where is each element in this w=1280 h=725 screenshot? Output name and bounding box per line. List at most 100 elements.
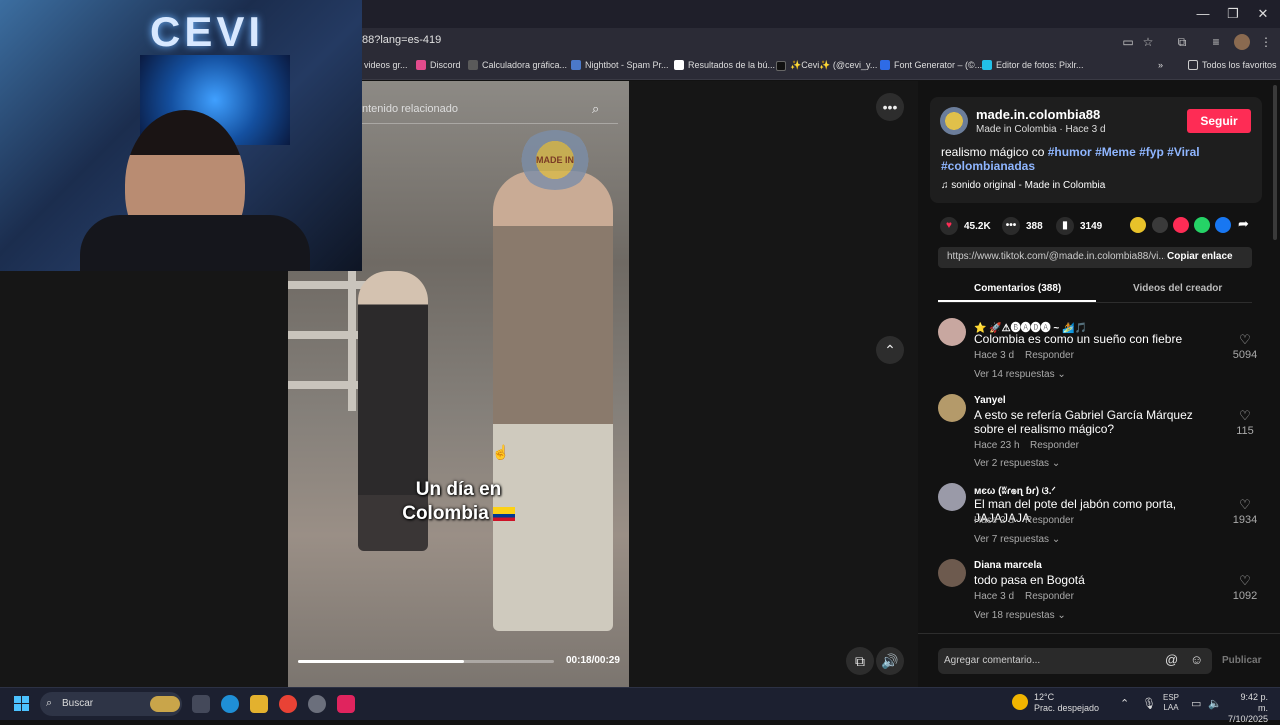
hashtag-link[interactable]: #fyp [1139,145,1164,159]
view-replies-button[interactable]: Ver 14 respuestas ⌄ [974,369,1066,380]
colombia-flag-icon [492,506,515,521]
obs-icon[interactable] [308,695,326,713]
bookmark-item[interactable]: Font Generator – (©... [880,60,982,70]
comment-icon: ••• [1002,217,1020,235]
comment-like-icon[interactable]: ♡ [1230,332,1260,348]
profile-avatar[interactable] [1234,34,1250,50]
author-avatar[interactable] [940,107,968,135]
bookmark-item[interactable]: Discord [416,60,461,70]
search-highlight-icon [150,696,180,712]
file-explorer-icon[interactable] [250,695,268,713]
more-bookmarks-icon[interactable]: » [1158,60,1163,70]
view-replies-button[interactable]: Ver 2 respuestas ⌄ [974,458,1060,469]
search-icon[interactable]: ⌕ [592,101,599,117]
share-arrow-icon[interactable]: ➦ [1238,216,1249,232]
tiktok-app-icon[interactable] [337,695,355,713]
save-button[interactable]: ▮ 3149 [1056,217,1102,235]
all-favorites[interactable]: Todos los favoritos [1188,60,1277,70]
sound-link[interactable]: ♫ sonido original - Made in Colombia [941,180,1105,191]
previous-video-button[interactable]: ⌃ [876,336,904,364]
view-replies-button[interactable]: Ver 7 respuestas ⌄ [974,534,1060,545]
taskbar-search-label: Buscar [62,698,94,709]
bookmark-item[interactable]: Calculadora gráfica... [468,60,567,70]
comment-avatar[interactable] [938,483,966,511]
comment-author[interactable]: Yanyel [974,395,1006,406]
reply-button[interactable]: Responder [1030,440,1079,451]
send-icon[interactable] [1173,217,1189,233]
comment-time: Hace 23 h [974,440,1020,451]
miniplayer-button[interactable]: ⧉ [846,647,874,675]
author-subtitle: Made in Colombia · Hace 3 d [976,124,1106,135]
volume-button[interactable]: 🔊 [876,647,904,675]
language-indicator[interactable]: ESP LAA [1163,693,1179,713]
close-window-button[interactable]: ✕ [1248,4,1278,24]
comment-button[interactable]: ••• 388 [1002,217,1043,235]
edge-icon[interactable] [221,695,239,713]
speaker-icon[interactable]: 🔈 [1208,697,1222,710]
hashtag-link[interactable]: #humor [1048,145,1092,159]
emoji-icon[interactable]: ☺ [1190,652,1203,667]
bookmark-item[interactable]: videos gr... [364,60,408,70]
whatsapp-icon[interactable] [1194,217,1210,233]
mention-icon[interactable]: @ [1165,652,1178,667]
tab-comments[interactable]: Comentarios (388) [974,283,1061,294]
cast-icon[interactable]: ▭ [1120,34,1136,50]
weather-moon-icon [1012,694,1028,710]
reply-button[interactable]: Responder [1025,591,1074,602]
bookmark-icon: ▮ [1056,217,1074,235]
post-link[interactable]: https://www.tiktok.com/@made.in.colombia… [947,251,1165,262]
bookmark-item[interactable]: Editor de fotos: Pixlr... [982,60,1084,70]
menu-icon[interactable]: ⋮ [1258,34,1274,50]
tab-active-indicator [938,300,1096,302]
task-view-icon[interactable] [192,695,210,713]
comment-avatar[interactable] [938,559,966,587]
tab-creator-videos[interactable]: Videos del creador [1133,283,1222,294]
extensions-icon[interactable]: ⧉ [1174,34,1190,50]
comment-like-icon[interactable]: ♡ [1230,497,1260,513]
like-button[interactable]: ♥ 45.2K [940,217,991,235]
chrome-icon[interactable] [279,695,297,713]
pixlr-icon [982,60,992,70]
comment-like-count: 115 [1236,425,1254,437]
related-search-input[interactable]: ntenido relacionado [362,96,618,124]
restore-button[interactable]: ❐ [1218,4,1248,24]
bookmark-item[interactable]: Nightbot - Spam Pr... [571,60,669,70]
reply-button[interactable]: Responder [1025,350,1074,361]
publish-button[interactable]: Publicar [1222,655,1261,666]
view-replies-button[interactable]: Ver 18 respuestas ⌄ [974,610,1066,621]
post-description: realismo mágico co #humor #Meme #fyp #Vi… [941,145,1200,173]
url-text[interactable]: 88?lang=es-419 [362,34,441,46]
minimize-button[interactable]: — [1188,4,1218,24]
coin-icon[interactable] [1130,217,1146,233]
font-generator-icon [880,60,890,70]
scrollbar[interactable] [1273,85,1277,240]
facebook-icon[interactable] [1215,217,1231,233]
bookmark-item[interactable]: Resultados de la bú... [674,60,775,70]
chevron-up-icon[interactable]: ⌃ [1120,697,1129,710]
comment-author[interactable]: Diana marcela [974,560,1042,571]
copy-link-button[interactable]: Copiar enlace [1167,251,1233,262]
more-options-button[interactable]: ••• [876,93,904,121]
bookmark-star-icon[interactable]: ☆ [1140,34,1156,50]
bookmark-item[interactable]: ✨Cevi✨ (@cevi_y... [776,60,877,71]
comment-like-icon[interactable]: ♡ [1230,573,1260,589]
windows-start-icon[interactable] [14,696,29,711]
reading-list-icon[interactable]: ≡ [1208,34,1224,50]
system-clock[interactable]: 9:42 p. m. 7/10/2025 [1228,692,1268,725]
embed-icon[interactable] [1152,217,1168,233]
hashtag-link[interactable]: #Meme [1095,145,1136,159]
display-icon[interactable]: ▭ [1191,697,1201,710]
follow-button[interactable]: Seguir [1187,109,1251,133]
tiktok-icon [776,60,786,71]
comment-avatar[interactable] [938,318,966,346]
comment-like-icon[interactable]: ♡ [1230,408,1260,424]
comment-avatar[interactable] [938,394,966,422]
hashtag-link[interactable]: #colombianadas [941,159,1035,173]
comment-placeholder: Agregar comentario... [944,655,1041,666]
microphone-icon[interactable]: 🎙 [1142,697,1156,710]
author-name[interactable]: made.in.colombia88 [976,107,1100,122]
hashtag-link[interactable]: #Viral [1167,145,1199,159]
reply-button[interactable]: Responder [1025,515,1074,526]
folder-icon [1188,60,1198,70]
weather-widget[interactable]: 12°C Prac. despejado [1034,692,1099,714]
